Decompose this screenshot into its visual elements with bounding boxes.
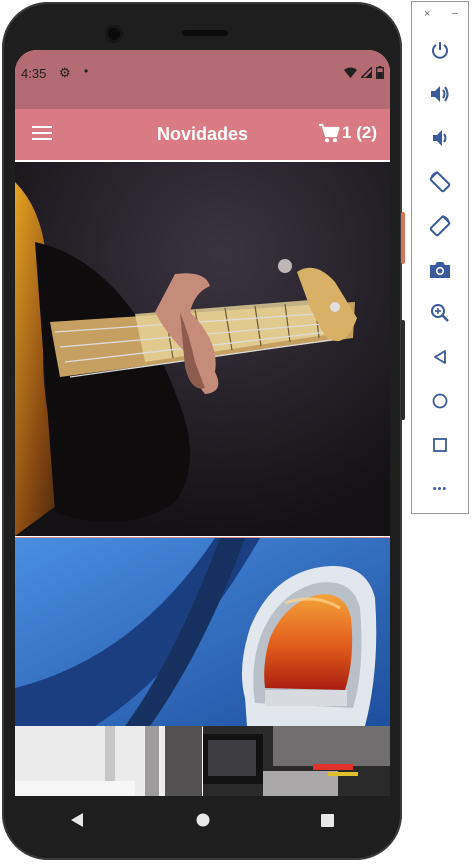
overview-square-icon [321, 813, 334, 827]
signal-icon [361, 67, 372, 78]
product-image-desk[interactable] [15, 726, 202, 796]
nav-back-button[interactable] [48, 800, 108, 840]
camera-icon[interactable] [426, 256, 454, 284]
status-icons [344, 66, 384, 79]
emulator-toolbar: × − ••• [411, 1, 469, 514]
navigation-bar [15, 796, 390, 844]
back-icon[interactable] [426, 343, 454, 371]
laptop-photo [203, 726, 390, 796]
nav-overview-button[interactable] [298, 800, 358, 840]
home-circle-icon [196, 813, 209, 827]
power-side-button [401, 212, 405, 264]
battery-icon [376, 66, 384, 79]
volume-side-button [401, 320, 405, 420]
minimize-window-icon[interactable]: − [452, 8, 458, 20]
product-grid [15, 160, 390, 796]
blue-car-tail-light-photo [15, 538, 390, 726]
volume-down-icon[interactable] [426, 124, 454, 152]
volume-up-icon[interactable] [426, 80, 454, 108]
notification-dot: • [84, 64, 89, 78]
product-image-bass-guitar[interactable] [15, 162, 390, 536]
cart-count: 1 (2) [342, 123, 377, 142]
bass-guitar-photo [15, 162, 390, 536]
nav-home-button[interactable] [173, 800, 233, 840]
zoom-icon[interactable] [426, 299, 454, 327]
wifi-icon [344, 67, 357, 78]
rotate-left-icon[interactable] [426, 168, 454, 196]
status-bar: 4:35 ⚙ • [15, 50, 390, 109]
rotate-right-icon[interactable] [426, 212, 454, 240]
back-triangle-icon [70, 813, 83, 827]
desk-photo [15, 726, 202, 796]
app-bar: Novidades 1 (2) [15, 109, 390, 160]
settings-gear-icon: ⚙ [59, 65, 71, 80]
more-icon[interactable]: ••• [426, 475, 454, 503]
toolbar-window-controls: × − [424, 8, 458, 20]
overview-icon[interactable] [426, 431, 454, 459]
close-window-icon[interactable]: × [424, 8, 430, 20]
power-icon[interactable] [426, 36, 454, 64]
cart-icon [319, 123, 340, 143]
product-image-car-tail-light[interactable] [15, 537, 390, 727]
home-icon[interactable] [426, 387, 454, 415]
device-screen: 4:35 ⚙ • Novidades 1 (2) [15, 50, 390, 796]
earpiece [182, 30, 228, 36]
more-dots: ••• [432, 483, 448, 495]
front-camera [105, 25, 123, 43]
product-image-laptop[interactable] [203, 726, 390, 796]
cart-button[interactable]: 1 (2) [318, 123, 377, 143]
status-time: 4:35 [21, 66, 47, 81]
